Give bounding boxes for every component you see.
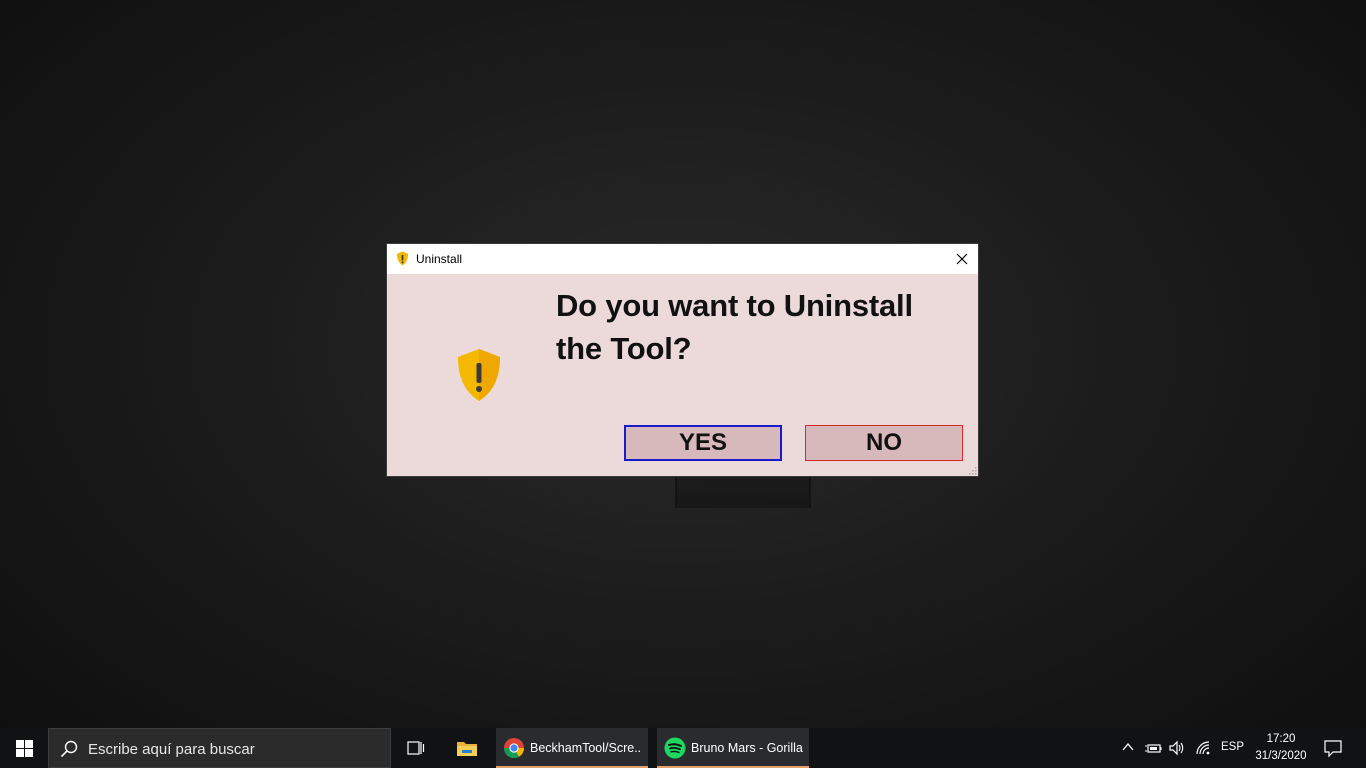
battery-icon[interactable] [1144,739,1162,757]
app-label: Bruno Mars - Gorilla [691,741,803,755]
taskbar-app-chrome[interactable]: BeckhamTool/Scre... [496,728,648,768]
task-view-icon [407,741,425,755]
input-language[interactable]: ESP [1221,741,1244,753]
clock[interactable]: 17:20 31/3/2020 [1248,731,1314,765]
file-explorer-button[interactable] [447,728,487,768]
dialog-titlebar[interactable]: Uninstall [387,244,978,274]
start-button[interactable] [0,728,48,768]
dialog-question: Do you want to Uninstall the Tool? [556,288,913,366]
warning-shield-icon [458,349,500,401]
chevron-up-icon[interactable] [1121,740,1135,754]
search-placeholder: Escribe aquí para buscar [88,741,255,758]
warning-shield-icon [396,251,409,266]
close-icon [956,253,968,265]
clock-time: 17:20 [1266,733,1296,745]
close-button[interactable] [946,244,978,274]
resize-grip-icon[interactable] [968,466,977,475]
taskbar-app-spotify[interactable]: Bruno Mars - Gorilla [657,728,809,768]
notification-icon[interactable] [1323,738,1343,758]
taskbar: Escribe aquí para buscar BeckhamTool/Scr… [0,728,1366,768]
folder-icon [457,742,477,756]
volume-icon[interactable] [1168,739,1186,757]
task-view-button[interactable] [396,728,436,768]
dialog-title: Uninstall [416,252,463,266]
taskbar-search[interactable]: Escribe aquí para buscar [48,728,391,768]
uninstall-dialog: Uninstall Do you want to Uninstall the T… [387,244,978,476]
search-icon [60,740,78,758]
spotify-icon [664,737,686,759]
app-label: BeckhamTool/Scre... [530,741,642,755]
chrome-icon [503,738,525,759]
windows-logo-icon [15,739,33,757]
no-button[interactable]: NO [805,425,963,461]
wifi-icon[interactable] [1194,739,1212,757]
clock-date: 31/3/2020 [1255,750,1307,762]
yes-button[interactable]: YES [624,425,782,461]
